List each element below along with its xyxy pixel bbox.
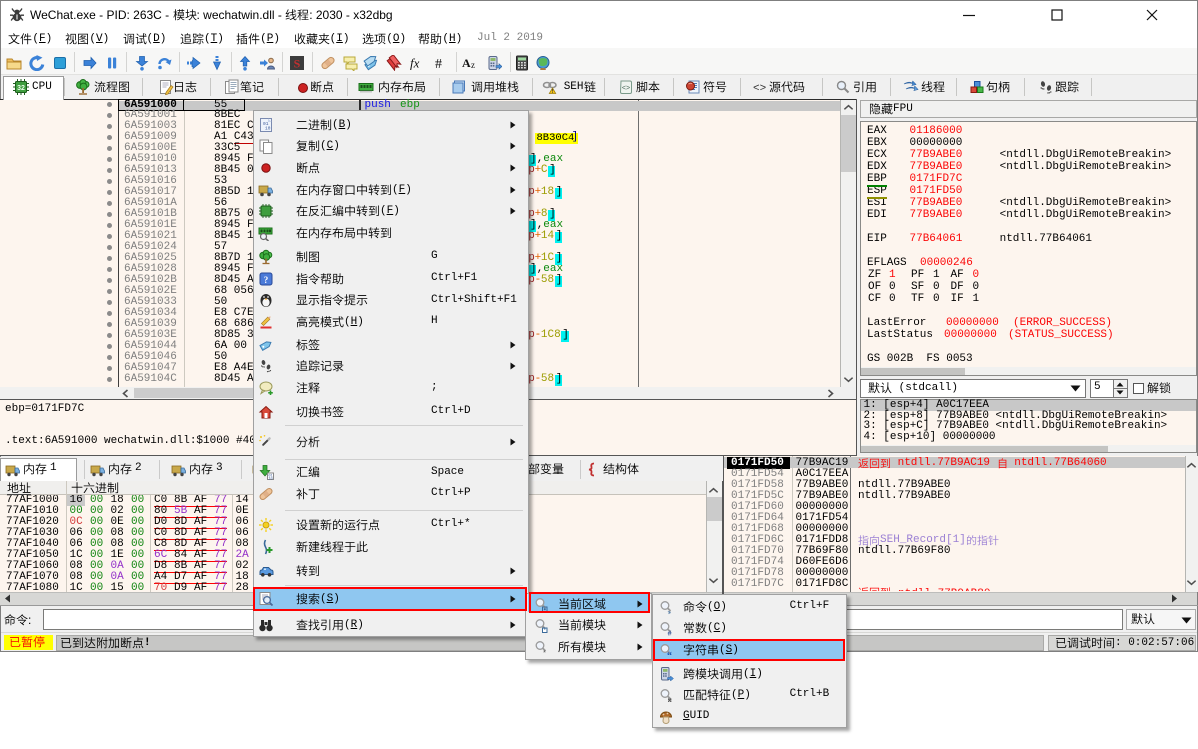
svg-text:*: * — [544, 629, 546, 634]
svg-text:*: * — [543, 650, 546, 655]
svg-text:10: 10 — [265, 125, 271, 131]
svg-text:#: # — [435, 57, 442, 71]
svg-text:?: ? — [264, 275, 269, 285]
svg-text:#: # — [668, 631, 672, 637]
svg-text:fx: fx — [410, 56, 420, 71]
svg-text:32: 32 — [17, 85, 25, 92]
svg-text:10: 10 — [268, 478, 272, 481]
svg-text:A: A — [462, 56, 471, 70]
svg-text:>: > — [668, 611, 671, 616]
svg-text:z: z — [471, 60, 475, 70]
svg-text:S: S — [294, 57, 301, 71]
svg-text:!: ! — [552, 89, 554, 95]
svg-text:<>: <> — [753, 83, 766, 95]
svg-text:<>: <> — [622, 85, 630, 92]
